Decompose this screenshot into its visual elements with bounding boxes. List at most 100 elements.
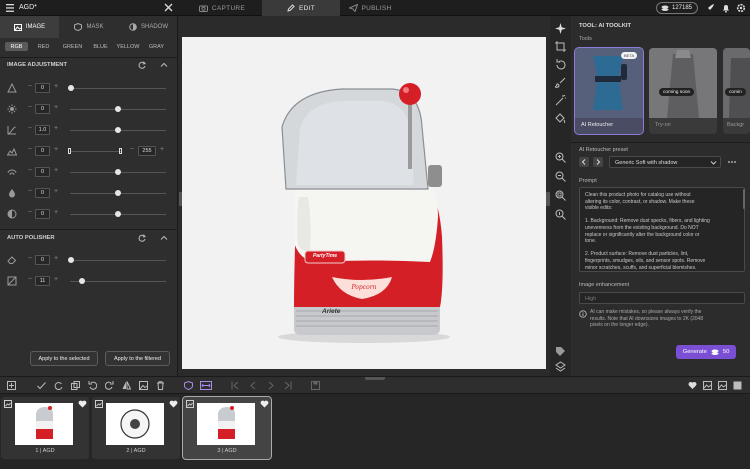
next-page-icon[interactable] [266,381,275,390]
flip-icon[interactable] [122,381,131,390]
increment-button[interactable]: + [54,167,58,174]
sharpen-value[interactable]: 11 [35,276,50,286]
decrement-button[interactable]: − [130,146,134,153]
apply-to-selected-button[interactable]: Apply to the selected [30,351,98,366]
more-options-icon[interactable] [727,157,737,167]
tag-icon[interactable] [555,346,566,357]
tool-card-try-on[interactable]: coming soon Try-on [649,48,717,134]
levels-slider[interactable] [70,151,122,152]
tab-mask[interactable]: MASK [59,16,119,38]
heart-icon[interactable] [78,400,87,408]
increment-button[interactable]: + [54,209,58,216]
decrement-button[interactable]: − [28,255,32,262]
saturation-slider-handle[interactable] [115,190,121,196]
heart-icon[interactable] [169,400,178,408]
thumbnail-1[interactable]: 1 | AGD [1,397,89,459]
rotate-right-icon[interactable] [105,381,114,390]
increment-button[interactable]: + [54,188,58,195]
tab-image[interactable]: IMAGE [0,16,59,38]
image-canvas[interactable]: PartyTime Popcorn Ariete [182,37,546,369]
credits-badge[interactable]: 127185 [656,2,698,14]
decrement-button[interactable]: − [28,209,32,216]
channel-gray[interactable]: GRAY [145,42,168,51]
select-checkbox-icon[interactable] [4,400,12,408]
decrement-button[interactable]: − [28,167,32,174]
channel-red[interactable]: RED [32,42,55,51]
image-icon[interactable] [139,381,148,390]
generate-button[interactable]: Generate 50 [676,345,736,359]
layers-icon[interactable] [555,361,566,372]
select-checkbox-icon[interactable] [95,400,103,408]
decrement-button[interactable]: − [28,83,32,90]
tool-card-ai-retoucher[interactable]: BETA AI Retoucher [574,47,644,135]
tab-publish[interactable]: PUBLISH [340,0,400,16]
tab-edit[interactable]: EDIT [262,0,340,16]
levels-max-handle[interactable] [119,148,122,154]
exposure-value[interactable]: 0 [35,83,50,93]
heart-icon[interactable] [260,400,269,408]
channel-yellow[interactable]: YELLOW [114,42,142,51]
brush-icon[interactable] [555,77,566,88]
exposure-slider-handle[interactable] [68,85,74,91]
increment-button[interactable]: + [54,276,58,283]
decrement-button[interactable]: − [28,276,32,283]
filmstrip-resize-handle[interactable] [365,377,385,380]
increment-button[interactable]: + [160,146,164,153]
contrast-value[interactable]: 0 [35,104,50,114]
save-icon[interactable] [311,381,320,390]
trash-icon[interactable] [156,381,165,390]
bell-icon[interactable] [721,3,731,13]
large-view-icon[interactable] [733,381,742,390]
last-page-icon[interactable] [283,381,292,390]
hamburger-menu-icon[interactable] [6,4,14,12]
dust-removal-slider-handle[interactable] [68,257,74,263]
prompt-scrollbar[interactable] [743,189,745,209]
curve-value[interactable]: 0 [35,167,50,177]
levels-max-value[interactable]: 255 [138,146,156,156]
check-all-icon[interactable] [37,381,46,390]
gamma-slider-handle[interactable] [115,127,121,133]
thumbnail-3[interactable]: 3 | AGD [182,396,272,460]
rotate-icon[interactable] [555,59,566,70]
channel-rgb[interactable]: RGB [5,42,28,51]
mask-toggle-icon[interactable] [184,381,193,390]
favorite-filter-icon[interactable] [688,381,697,390]
preset-next-button[interactable] [593,157,603,167]
magic-wand-icon[interactable] [555,95,566,106]
thumbnail-2[interactable]: 2 | AGD [92,397,180,459]
increment-button[interactable]: + [54,125,58,132]
levels-min-handle[interactable] [68,148,71,154]
tab-shadow[interactable]: SHADOW [119,16,178,38]
decrement-button[interactable]: − [28,146,32,153]
increment-button[interactable]: + [54,146,58,153]
decrement-button[interactable]: − [28,188,32,195]
increment-button[interactable]: + [54,255,58,262]
increment-button[interactable]: + [54,83,58,90]
decrement-button[interactable]: − [28,125,32,132]
collapse-chevron-icon[interactable] [160,234,168,242]
previous-page-icon[interactable] [249,381,258,390]
channel-blue[interactable]: BLUE [89,42,112,51]
list-view-icon[interactable] [718,381,727,390]
sparkle-icon[interactable] [555,23,566,34]
zoom-fit-icon[interactable] [555,190,566,201]
dust-removal-slider[interactable] [70,260,166,261]
refresh-icon[interactable] [54,381,63,390]
collapse-chevron-icon[interactable] [160,61,168,69]
saturation-value[interactable]: 0 [35,188,50,198]
hue-slider-handle[interactable] [115,211,121,217]
grid-view-icon[interactable] [703,381,712,390]
tab-capture[interactable]: CAPTURE [182,0,262,16]
dust-removal-value[interactable]: 0 [35,255,50,265]
rocket-icon[interactable] [705,3,715,13]
preset-select[interactable]: Generic Soft with shadow [609,156,721,168]
reset-adjustments-icon[interactable] [138,61,146,69]
settings-icon[interactable] [736,3,746,13]
compare-icon[interactable] [200,381,212,390]
apply-to-filtered-button[interactable]: Apply to the filtered [105,351,170,366]
rotate-left-icon[interactable] [88,381,97,390]
gamma-value[interactable]: 1.0 [35,125,50,135]
levels-min-value[interactable]: 0 [35,146,50,156]
select-checkbox-icon[interactable] [186,400,194,408]
close-icon[interactable] [164,3,173,12]
